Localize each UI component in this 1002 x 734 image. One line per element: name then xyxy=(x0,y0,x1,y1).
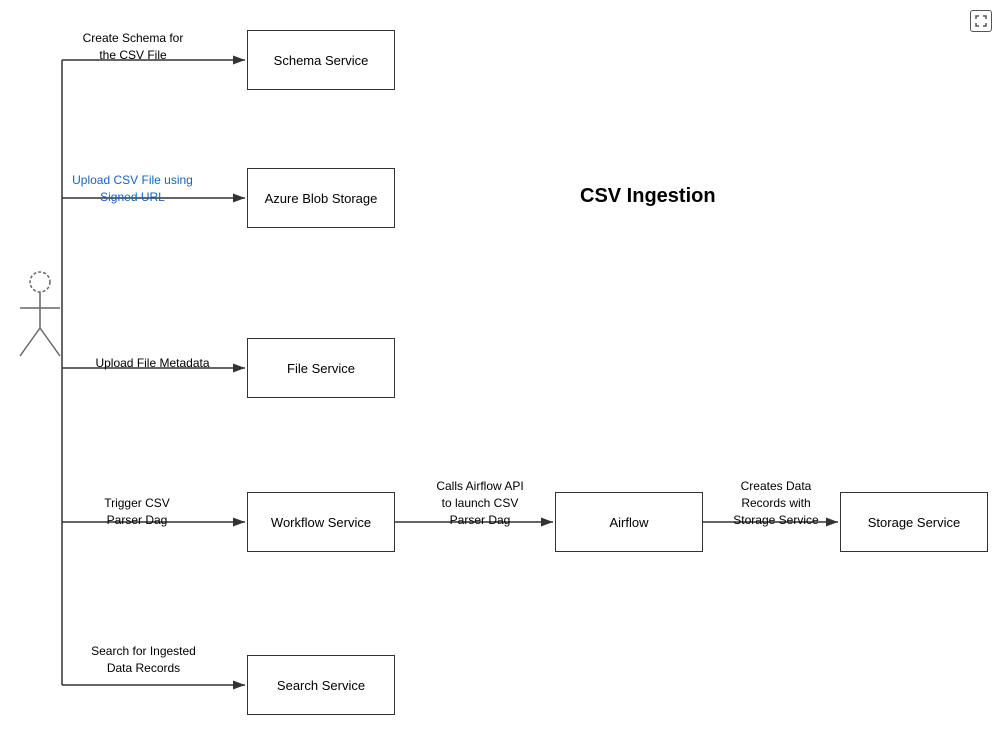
file-service-box: File Service xyxy=(247,338,395,398)
search-ingested-label: Search for IngestedData Records xyxy=(66,643,221,677)
airflow-box: Airflow xyxy=(555,492,703,552)
workflow-service-label: Workflow Service xyxy=(271,515,371,530)
diagram-title: CSV Ingestion xyxy=(580,185,716,208)
creates-data-label: Creates DataRecords withStorage Service xyxy=(712,478,840,528)
create-schema-label: Create Schema forthe CSV File xyxy=(63,30,203,64)
schema-service-label: Schema Service xyxy=(274,53,369,68)
azure-blob-box: Azure Blob Storage xyxy=(247,168,395,228)
trigger-csv-label: Trigger CSVParser Dag xyxy=(72,495,202,529)
expand-icon[interactable] xyxy=(970,10,992,32)
user-actor xyxy=(10,268,70,368)
schema-service-box: Schema Service xyxy=(247,30,395,90)
diagram-container: CSV Ingestion xyxy=(0,0,1002,734)
upload-csv-label: Upload CSV File usingSigned URL xyxy=(55,172,210,206)
airflow-label: Airflow xyxy=(609,515,648,530)
search-service-box: Search Service xyxy=(247,655,395,715)
workflow-service-box: Workflow Service xyxy=(247,492,395,552)
storage-service-label: Storage Service xyxy=(868,515,961,530)
file-service-label: File Service xyxy=(287,361,355,376)
azure-blob-label: Azure Blob Storage xyxy=(265,191,378,206)
search-service-label: Search Service xyxy=(277,678,365,693)
calls-airflow-label: Calls Airflow APIto launch CSVParser Dag xyxy=(406,478,554,528)
storage-service-box: Storage Service xyxy=(840,492,988,552)
upload-metadata-label: Upload File Metadata xyxy=(75,355,230,372)
